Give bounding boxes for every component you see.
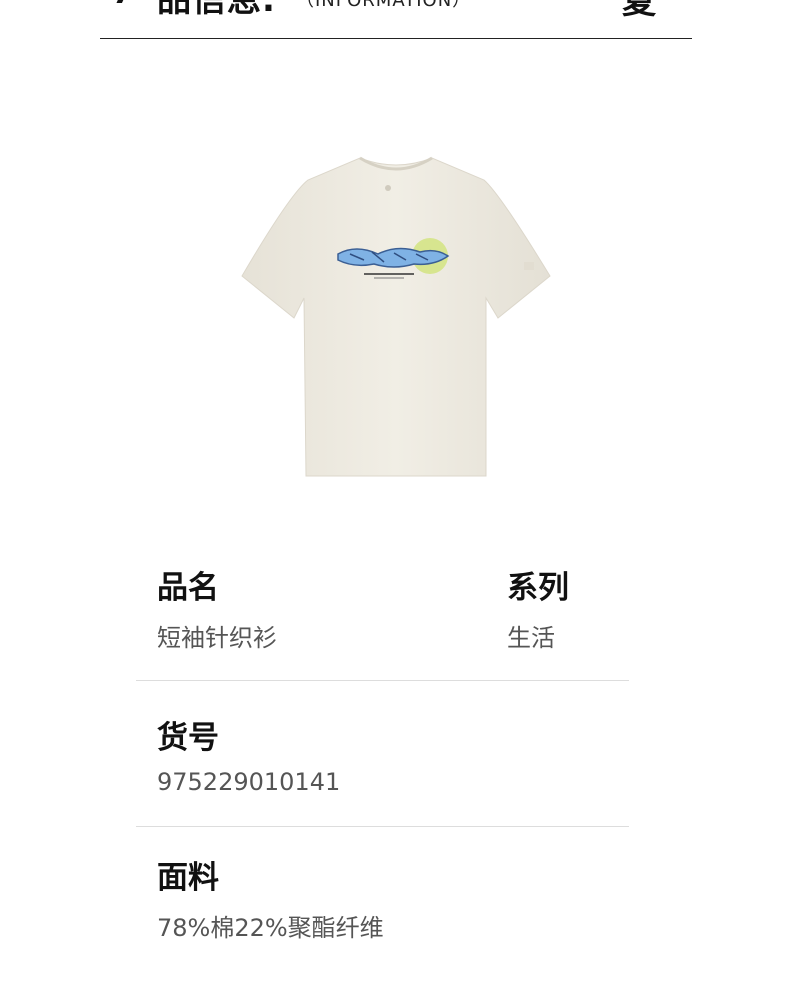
header-title: 品信息.: [157, 0, 276, 20]
product-image: [241, 156, 551, 477]
header-left-glyph: 7: [112, 0, 133, 11]
fabric-label: 面料: [157, 860, 219, 896]
sku-label: 货号: [157, 720, 219, 756]
series-value: 生活: [507, 624, 555, 652]
series-label: 系列: [507, 570, 569, 606]
divider: [136, 826, 629, 827]
name-value: 短袖针织衫: [157, 624, 277, 652]
chest-logo: [385, 185, 391, 191]
fabric-value: 78%棉22%聚酯纤维: [157, 914, 384, 942]
header-subtitle: （INFORMATION）: [296, 0, 472, 11]
divider: [136, 680, 629, 681]
sku-value: 975229010141: [157, 768, 341, 796]
header-right-glyph: 夏: [622, 0, 656, 22]
sleeve-print: [524, 262, 534, 270]
header-divider: [100, 38, 692, 39]
name-label: 品名: [157, 570, 219, 606]
page-header: 7 品信息. （INFORMATION） 夏: [0, 0, 790, 40]
tshirt-body: [241, 157, 551, 477]
